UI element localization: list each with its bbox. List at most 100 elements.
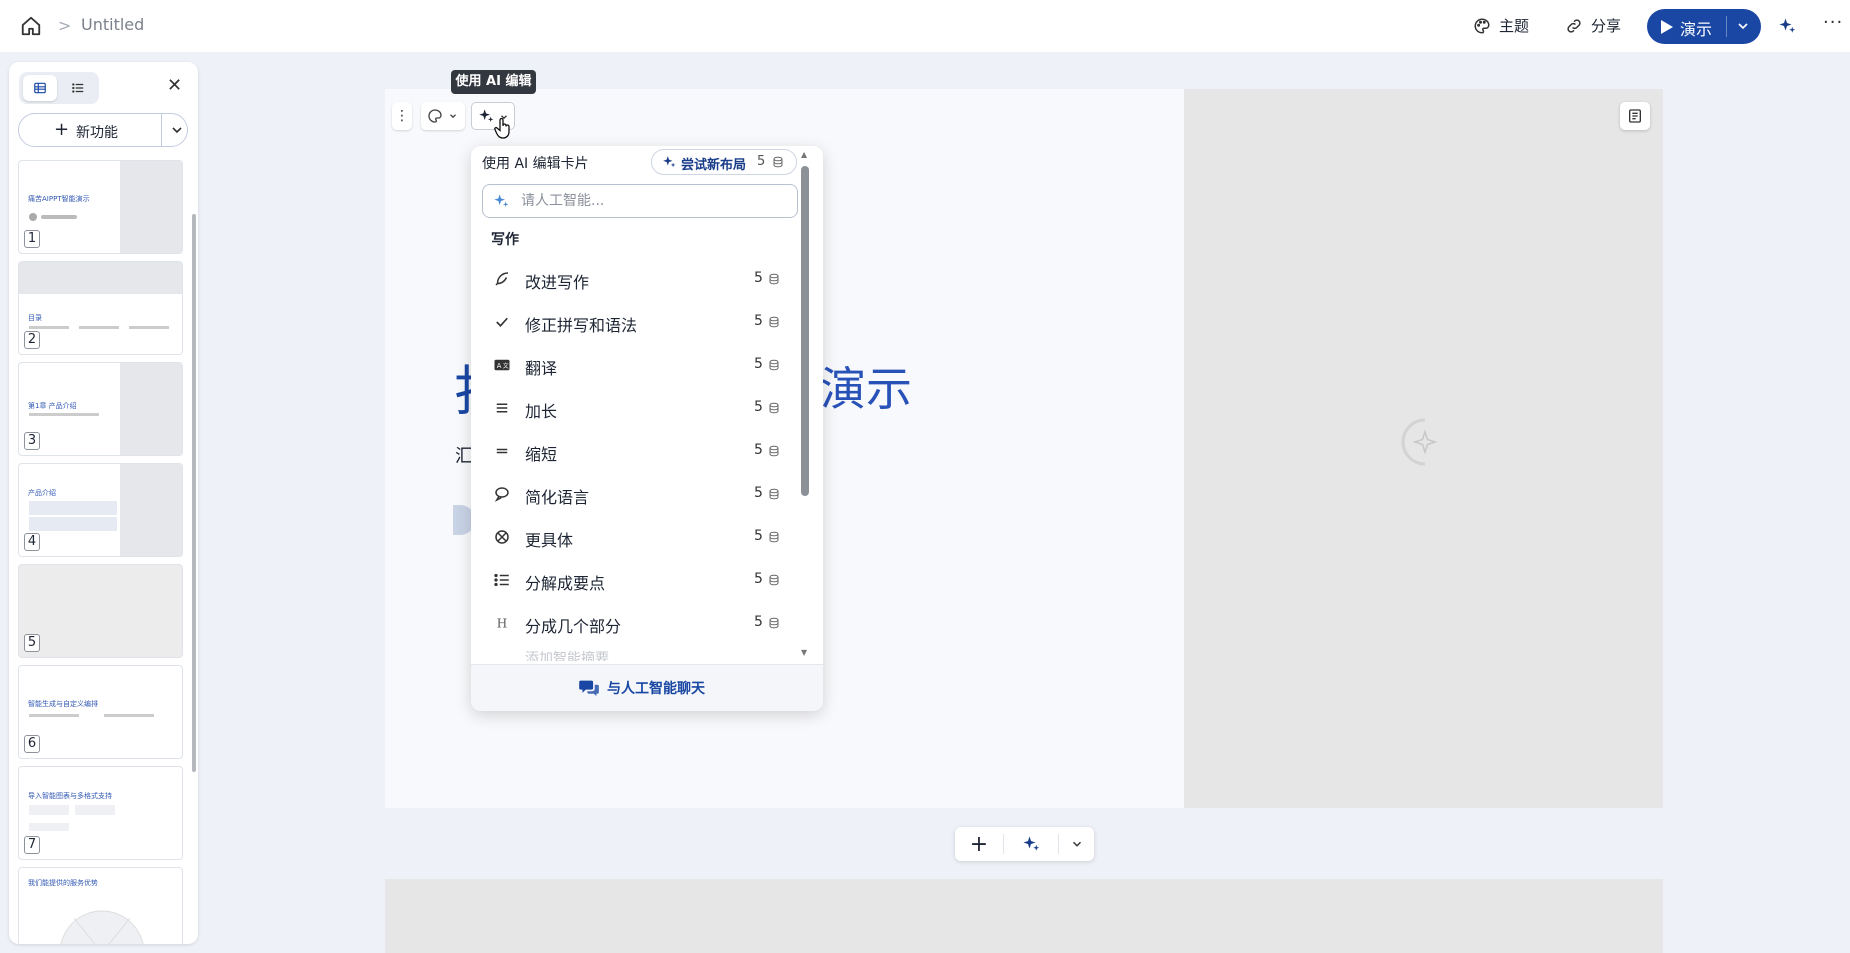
add-card-button[interactable]: +: [955, 827, 1003, 861]
ai-prompt-input-wrapper: [482, 184, 798, 218]
chat-bubbles-icon: [579, 680, 599, 697]
ai-action-split-sections[interactable]: H 分成几个部分 5: [475, 603, 793, 643]
credit-cost: 5: [754, 313, 763, 329]
slide-thumbnail[interactable]: 智能生成与自定义编排 6: [18, 665, 183, 759]
thumbnail-image: [120, 464, 182, 556]
thumbnail-title: 第1章 产品介绍: [28, 402, 77, 410]
ai-action-label: 分解成要点: [525, 574, 606, 593]
slide-thumbnail[interactable]: 痛苦AIPPT智能演示 1: [18, 160, 183, 254]
present-button[interactable]: 演示: [1647, 9, 1761, 44]
add-card-options-button[interactable]: [1059, 827, 1094, 861]
credits-icon: [769, 316, 779, 328]
thumbnail-image: [120, 161, 182, 253]
thumbnail-title: 产品介绍: [28, 489, 56, 497]
svg-text:文: 文: [503, 362, 509, 370]
credit-cost: 5: [754, 528, 763, 544]
slide-thumbnail[interactable]: 目录 2: [18, 261, 183, 355]
thumbnail-line: [29, 326, 69, 329]
ai-action-shorten[interactable]: 缩短 5: [475, 431, 793, 471]
home-icon[interactable]: [20, 15, 42, 37]
slide-thumbnail[interactable]: 导入智能图表与多格式支持 7: [18, 766, 183, 860]
more-icon[interactable]: ···: [1823, 12, 1843, 33]
credit-cost: 5: [754, 270, 763, 286]
scroll-up-arrow[interactable]: ▲: [801, 150, 807, 159]
try-new-layout-label: 尝试新布局: [681, 158, 747, 173]
new-feature-label: 新功能: [76, 125, 118, 141]
ai-action-faded[interactable]: 添加智能摘要: [525, 649, 609, 661]
credits-icon: [769, 359, 779, 371]
speaker-notes-button[interactable]: [1620, 102, 1650, 130]
credit-cost: 5: [757, 154, 766, 169]
thumbnail-line: [41, 215, 77, 219]
share-button[interactable]: 分享: [1565, 15, 1621, 36]
thumbnail-title: 导入智能图表与多格式支持: [28, 792, 112, 800]
thumbnail-title: 智能生成与自定义编排: [28, 700, 98, 708]
chat-with-ai-button[interactable]: 与人工智能聊天: [471, 664, 823, 711]
ai-action-label: 简化语言: [525, 488, 590, 507]
hand-cursor-icon: [494, 117, 510, 139]
slide-thumbnail[interactable]: 我们能提供的服务优势: [18, 867, 183, 944]
new-feature-button[interactable]: + 新功能: [18, 113, 188, 147]
slide-thumbnail[interactable]: 产品介绍 4: [18, 463, 183, 557]
section-heading-writing: 写作: [491, 232, 519, 248]
translate-icon: A文: [494, 359, 510, 371]
scroll-down-arrow[interactable]: ▼: [801, 648, 807, 657]
credits-icon: [769, 531, 779, 543]
share-label: 分享: [1591, 17, 1622, 35]
credits-icon: [769, 617, 779, 629]
grid-view-button[interactable]: [23, 75, 57, 101]
slide-number: 4: [24, 533, 40, 551]
list-view-button[interactable]: [61, 75, 95, 101]
thumbnail-line: [29, 413, 99, 416]
theme-button[interactable]: 主题: [1473, 15, 1529, 36]
slide-thumbnail[interactable]: 第1章 产品介绍 3: [18, 362, 183, 456]
shorten-icon: [496, 448, 508, 454]
try-new-layout-button[interactable]: 尝试新布局 5: [651, 149, 797, 175]
svg-text:H: H: [497, 617, 507, 631]
next-slide-canvas[interactable]: [385, 879, 1663, 953]
ai-edit-button[interactable]: [471, 102, 515, 139]
credits-icon: [769, 273, 779, 285]
slide-thumbnail[interactable]: 5: [18, 564, 183, 658]
ai-action-translate[interactable]: A文 翻译 5: [475, 345, 793, 385]
slide-number: 6: [24, 735, 40, 753]
card-style-button[interactable]: [421, 102, 465, 130]
present-divider: [1726, 16, 1727, 37]
credits-icon: [769, 445, 779, 457]
card-more-button[interactable]: ⋮: [392, 102, 412, 130]
ai-sparkle-icon[interactable]: [1778, 17, 1796, 35]
thumbnail-box: [29, 805, 69, 815]
thumbnail-diagram: [60, 910, 144, 944]
feather-icon: [495, 272, 509, 286]
thumbnail-image: [120, 363, 182, 455]
ai-action-lengthen[interactable]: 加长 5: [475, 388, 793, 428]
new-feature-divider: [161, 114, 162, 146]
link-icon: [1567, 18, 1581, 33]
ai-action-simplify[interactable]: 简化语言 5: [475, 474, 793, 514]
sidebar-scrollbar[interactable]: [192, 214, 196, 772]
ai-prompt-input[interactable]: [521, 191, 781, 211]
ai-action-fix-spelling[interactable]: 修正拼写和语法 5: [475, 302, 793, 342]
plus-icon: +: [969, 831, 989, 857]
play-icon: [1661, 20, 1673, 34]
ai-action-label: 分成几个部分: [525, 617, 622, 636]
present-label: 演示: [1680, 20, 1713, 39]
menu-scrollbar[interactable]: [801, 166, 809, 496]
ai-add-card-button[interactable]: [1004, 827, 1058, 861]
notes-icon: [1629, 109, 1641, 123]
slide-sidebar: ✕ + 新功能 痛苦AIPPT智能演示 1 目录 2 第1章 产品介绍 3 产品…: [9, 62, 198, 944]
ai-edit-menu: 使用 AI 编辑卡片 尝试新布局 5 写作 改进写作 5 修正拼写和语法 5 A…: [471, 146, 823, 711]
ai-action-improve-writing[interactable]: 改进写作 5: [475, 259, 793, 299]
slides-grid-icon: [34, 82, 46, 94]
document-title[interactable]: Untitled: [81, 15, 144, 34]
chevron-down-icon[interactable]: [169, 122, 185, 138]
chat-with-ai-label: 与人工智能聊天: [607, 681, 705, 697]
slide-title-fragment[interactable]: 演示: [820, 353, 912, 419]
credits-icon: [773, 156, 783, 168]
ai-action-more-specific[interactable]: 更具体 5: [475, 517, 793, 557]
thumbnail-box: [29, 823, 69, 831]
chevron-down-icon[interactable]: [1735, 18, 1751, 34]
thumbnail-box: [29, 517, 117, 531]
ai-action-bullet-points[interactable]: 分解成要点 5: [475, 560, 793, 600]
close-icon[interactable]: ✕: [167, 75, 182, 96]
